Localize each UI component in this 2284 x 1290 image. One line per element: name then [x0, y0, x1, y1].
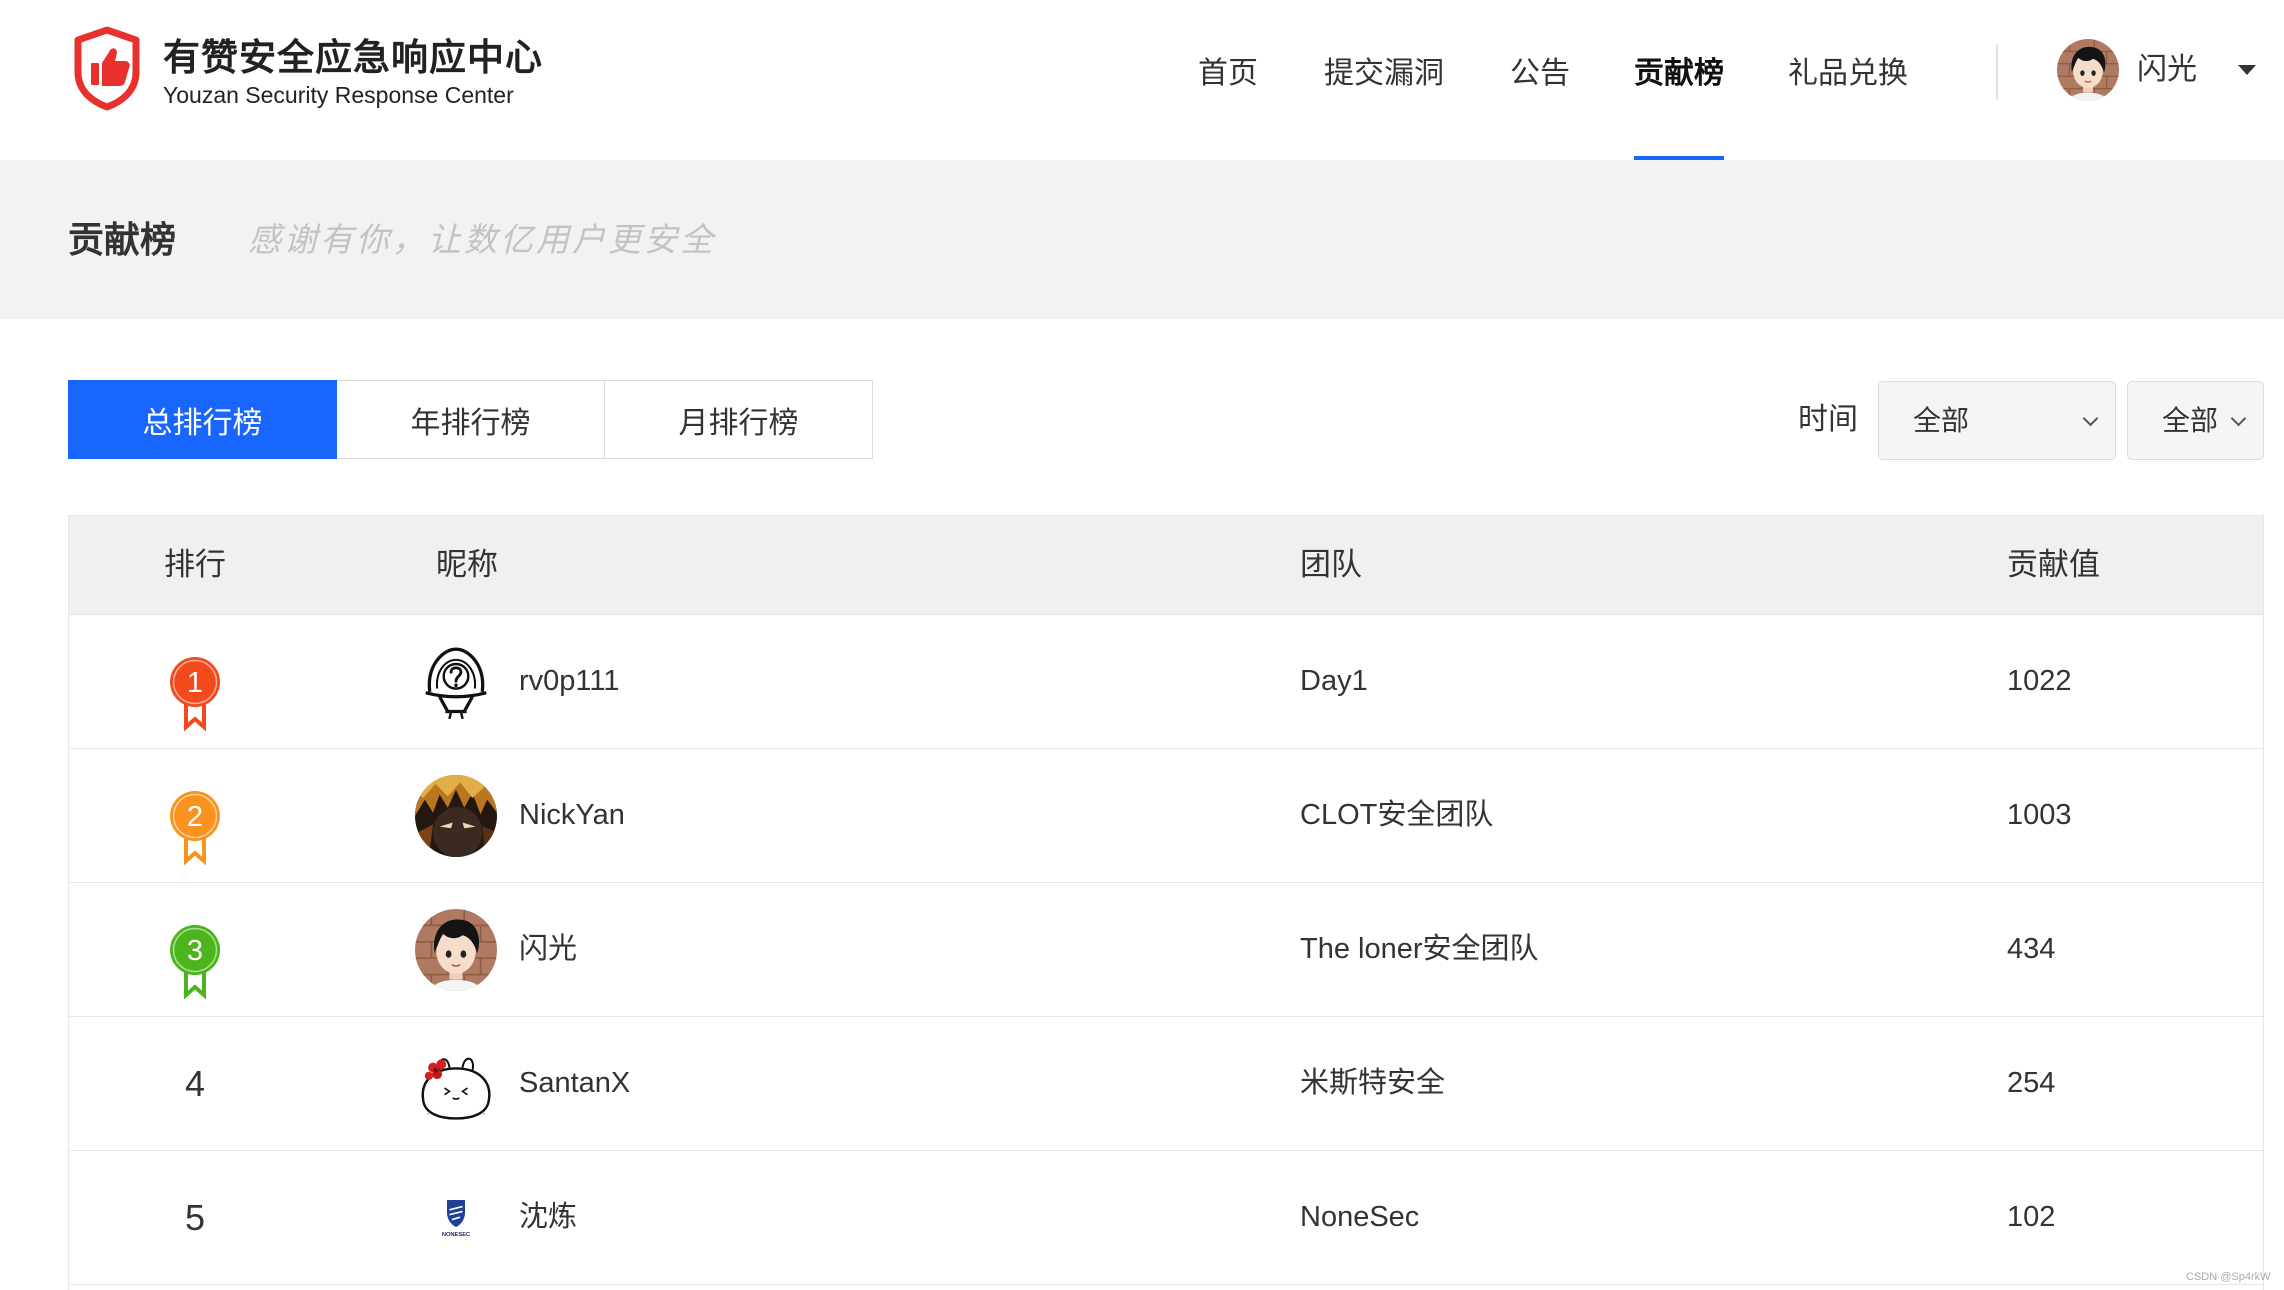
score: 434	[2007, 933, 2056, 965]
user-name[interactable]: 闪光	[2137, 50, 2197, 90]
team: NoneSec	[1300, 1201, 1420, 1233]
table-row: 4 SantanX 米斯特安全 254	[69, 1017, 2263, 1151]
nickname: 闪光	[519, 933, 578, 965]
leaderboard-table: 排行 昵称 团队 贡献值 1 rv0p111 Day1 1022 2 NickY…	[68, 515, 2264, 1290]
column-header-score: 贡献值	[2007, 547, 2100, 582]
table-row: 1 rv0p111 Day1 1022	[69, 615, 2263, 749]
anime-character-avatar-icon	[415, 775, 497, 857]
chevron-down-icon	[2230, 410, 2247, 427]
page-slogan: 感谢有你，让数亿用户更安全	[248, 220, 716, 259]
team: 米斯特安全	[1300, 1067, 1446, 1099]
top-header: 有赞安全应急响应中心 Youzan Security Response Cent…	[0, 0, 2284, 160]
watermark: CSDN @Sp4rkW	[2186, 1271, 2271, 1283]
nickname: rv0p111	[519, 665, 620, 697]
nickname: 沈炼	[519, 1201, 578, 1233]
nickname: NickYan	[519, 799, 625, 831]
select-value: 全部	[2162, 405, 2219, 436]
rank-number: 4	[184, 1063, 206, 1104]
user-menu[interactable]: 闪光	[2050, 30, 2270, 110]
nav-divider	[1996, 44, 1998, 100]
nickname: SantanX	[519, 1067, 631, 1099]
nav-item-submit-vulnerability[interactable]: 提交漏洞	[1324, 0, 1444, 160]
time-select-primary[interactable]: 全部	[1878, 381, 2116, 460]
rank-number: 3	[187, 935, 203, 967]
rank-number: 2	[187, 801, 203, 833]
table-row: 2 NickYan CLOT安全团队 1003	[69, 749, 2263, 883]
chevron-down-icon	[2082, 410, 2099, 427]
line-art-question-avatar-icon	[415, 641, 497, 723]
tab-monthly-ranking[interactable]: 月排行榜	[604, 380, 873, 459]
mochi-flower-avatar-icon	[415, 1043, 497, 1125]
table-header: 排行 昵称 团队 贡献值	[69, 516, 2263, 615]
brand-home-link[interactable]: 有赞安全应急响应中心 Youzan Security Response Cent…	[0, 0, 600, 160]
page: 有赞安全应急响应中心 Youzan Security Response Cent…	[0, 0, 2284, 1290]
team: Day1	[1300, 665, 1368, 697]
cartoon-boy-avatar-icon	[2057, 39, 2119, 101]
site-subtitle: Youzan Security Response Center	[163, 82, 514, 108]
shield-thumbs-up-icon	[72, 25, 142, 111]
column-header-team: 团队	[1300, 547, 1362, 582]
nav-item-announcements[interactable]: 公告	[1510, 0, 1570, 160]
score: 1022	[2007, 665, 2072, 697]
column-header-nickname: 昵称	[436, 547, 498, 582]
medal-icon: 1	[169, 656, 221, 732]
rank-number: 1	[187, 667, 203, 699]
table-row: 3 闪光 The loner安全团队 434	[69, 883, 2263, 1017]
nonesec-logo-text: NONESEC	[442, 1232, 470, 1238]
medal-icon: 2	[169, 790, 221, 866]
page-banner: 贡献榜 感谢有你，让数亿用户更安全	[0, 160, 2284, 319]
time-filter-label: 时间	[1798, 403, 1858, 436]
medal-icon: 3	[169, 924, 221, 1000]
rank-number: 5	[184, 1197, 206, 1238]
table-row: 5 NONESEC 沈炼 NoneSec 102	[69, 1151, 2263, 1285]
score: 254	[2007, 1067, 2056, 1099]
ranking-tabs: 总排行榜 年排行榜 月排行榜	[68, 380, 873, 459]
cartoon-boy-avatar-icon	[415, 909, 497, 991]
score: 1003	[2007, 799, 2072, 831]
site-title: 有赞安全应急响应中心	[163, 37, 543, 78]
nav-item-gift-exchange[interactable]: 礼品兑换	[1788, 0, 1908, 160]
nonesec-shield-avatar-icon: NONESEC	[415, 1177, 497, 1259]
nav-item-home[interactable]: 首页	[1198, 0, 1258, 160]
select-value: 全部	[1913, 405, 1970, 436]
team: CLOT安全团队	[1300, 799, 1494, 831]
caret-down-icon[interactable]	[2238, 65, 2256, 75]
score: 102	[2007, 1201, 2056, 1233]
tab-yearly-ranking[interactable]: 年排行榜	[336, 380, 605, 459]
user-avatar[interactable]	[2057, 39, 2119, 101]
column-header-rank: 排行	[164, 547, 226, 582]
tab-overall-ranking[interactable]: 总排行榜	[68, 380, 337, 459]
page-title: 贡献榜	[68, 219, 177, 260]
time-select-secondary[interactable]: 全部	[2127, 381, 2264, 460]
team: The loner安全团队	[1300, 933, 1539, 965]
nav-item-leaderboard[interactable]: 贡献榜	[1634, 0, 1724, 160]
